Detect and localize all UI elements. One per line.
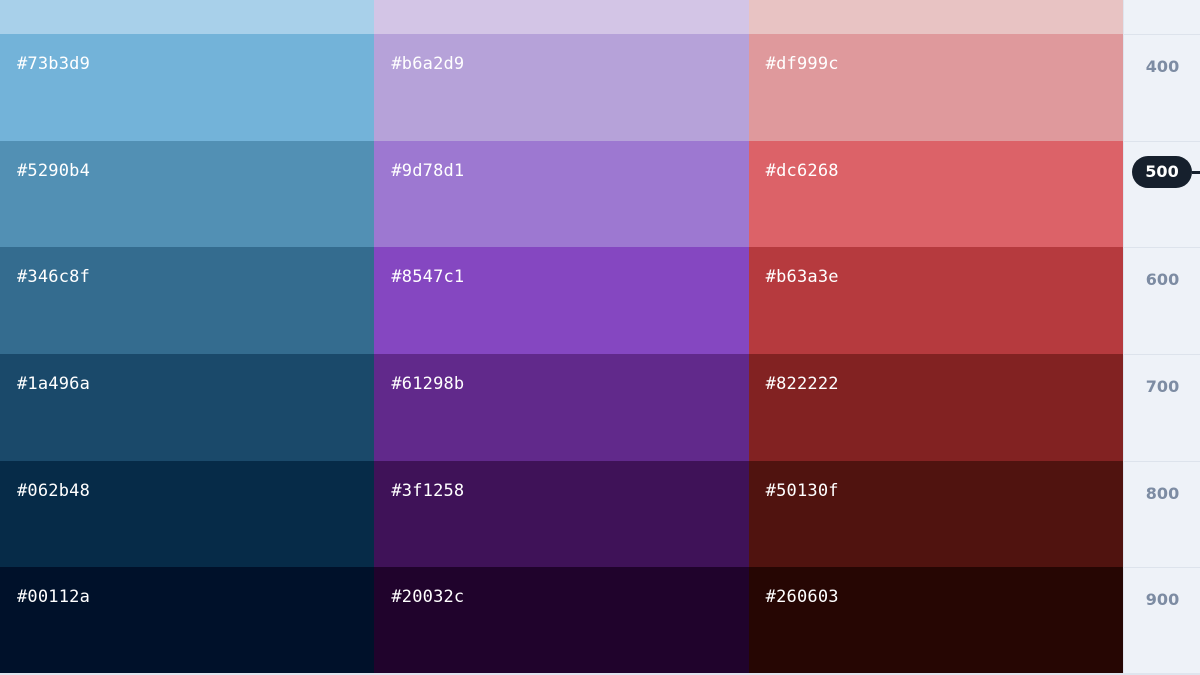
shade-step-label: 400 bbox=[1145, 57, 1180, 76]
swatch[interactable]: #20032c bbox=[374, 567, 749, 675]
hex-code-label: #dc6268 bbox=[765, 161, 839, 181]
shade-step-label: 800 bbox=[1145, 484, 1180, 503]
swatch[interactable]: #73b3d9 bbox=[0, 34, 375, 141]
swatch[interactable]: #00112a bbox=[0, 567, 375, 675]
hex-code-label: #20032c bbox=[391, 587, 465, 607]
swatch[interactable]: #822222 bbox=[748, 354, 1123, 461]
swatch[interactable]: #61298b bbox=[374, 354, 749, 461]
color-column-red: #df999c #dc6268 #b63a3e #822222 #50130f … bbox=[748, 0, 1123, 675]
swatch[interactable]: #b63a3e bbox=[748, 247, 1123, 354]
swatch[interactable]: #df999c bbox=[748, 34, 1123, 141]
shade-scale-sidebar: 400 500 600 700 800 900 bbox=[1123, 0, 1200, 675]
swatch[interactable]: #8547c1 bbox=[374, 247, 749, 354]
swatch-300-partial bbox=[0, 0, 375, 34]
hex-code-label: #9d78d1 bbox=[391, 161, 465, 181]
shade-step-800[interactable]: 800 bbox=[1124, 461, 1200, 567]
swatch[interactable]: #50130f bbox=[748, 461, 1123, 567]
hex-code-label: #5290b4 bbox=[17, 161, 91, 181]
swatch[interactable]: #b6a2d9 bbox=[374, 34, 749, 141]
active-shade-pill: 500 bbox=[1132, 156, 1192, 188]
swatch[interactable]: #3f1258 bbox=[374, 461, 749, 567]
swatch[interactable]: #062b48 bbox=[0, 461, 375, 567]
swatch[interactable]: #1a496a bbox=[0, 354, 375, 461]
shade-step-label: 600 bbox=[1145, 270, 1180, 289]
swatch[interactable]: #dc6268 bbox=[748, 141, 1123, 247]
hex-code-label: #61298b bbox=[391, 374, 465, 394]
swatch[interactable]: #5290b4 bbox=[0, 141, 375, 247]
shade-step-label: 900 bbox=[1145, 590, 1180, 609]
shade-step-label: 700 bbox=[1145, 377, 1180, 396]
shade-step-900[interactable]: 900 bbox=[1124, 567, 1200, 675]
shade-step-400[interactable]: 400 bbox=[1124, 34, 1200, 141]
hex-code-label: #50130f bbox=[765, 481, 839, 501]
hex-code-label: #062b48 bbox=[17, 481, 91, 501]
active-shade-connector bbox=[1192, 171, 1200, 174]
hex-code-label: #73b3d9 bbox=[17, 54, 91, 74]
hex-code-label: #1a496a bbox=[17, 374, 91, 394]
hex-code-label: #346c8f bbox=[17, 267, 91, 287]
hex-code-label: #b63a3e bbox=[765, 267, 839, 287]
shade-step-500-active[interactable]: 500 bbox=[1124, 141, 1200, 247]
hex-code-label: #260603 bbox=[765, 587, 839, 607]
hex-code-label: #822222 bbox=[765, 374, 839, 394]
color-column-blue: #73b3d9 #5290b4 #346c8f #1a496a #062b48 … bbox=[0, 0, 375, 675]
hex-code-label: #00112a bbox=[17, 587, 91, 607]
color-column-purple: #b6a2d9 #9d78d1 #8547c1 #61298b #3f1258 … bbox=[374, 0, 749, 675]
shade-step-700[interactable]: 700 bbox=[1124, 354, 1200, 461]
swatch-300-partial bbox=[748, 0, 1123, 34]
palette-grid: #73b3d9 #5290b4 #346c8f #1a496a #062b48 … bbox=[0, 0, 1123, 675]
hex-code-label: #b6a2d9 bbox=[391, 54, 465, 74]
shade-step-600[interactable]: 600 bbox=[1124, 247, 1200, 354]
swatch[interactable]: #346c8f bbox=[0, 247, 375, 354]
swatch[interactable]: #260603 bbox=[748, 567, 1123, 675]
swatch-300-partial bbox=[374, 0, 749, 34]
hex-code-label: #3f1258 bbox=[391, 481, 465, 501]
hex-code-label: #df999c bbox=[765, 54, 839, 74]
swatch[interactable]: #9d78d1 bbox=[374, 141, 749, 247]
hex-code-label: #8547c1 bbox=[391, 267, 465, 287]
